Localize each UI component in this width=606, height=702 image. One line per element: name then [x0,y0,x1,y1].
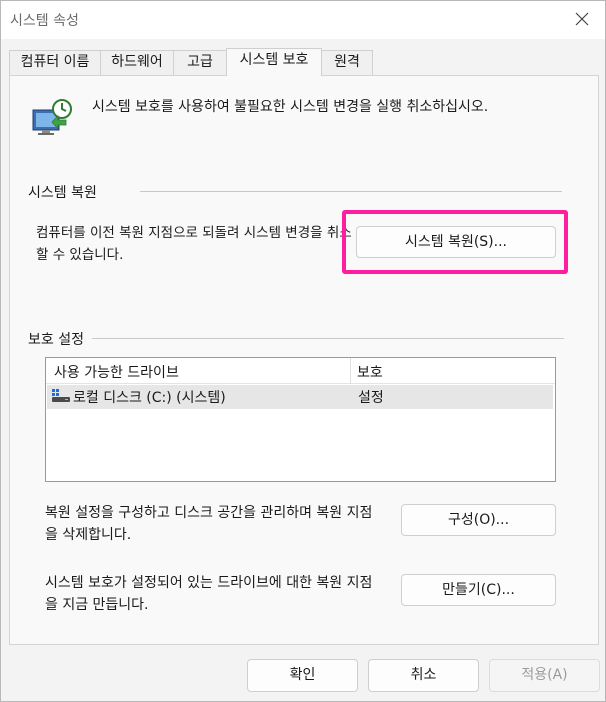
restore-group-label: 시스템 복원 [28,182,103,202]
configure-description: 복원 설정을 구성하고 디스크 공간을 관리하며 복원 지점을 삭제합니다. [45,505,373,543]
system-protection-icon [32,99,72,135]
tab-hardware[interactable]: 하드웨어 [100,50,174,75]
protection-group-label: 보호 설정 [28,329,90,349]
column-separator[interactable] [350,358,351,384]
column-header-drives[interactable]: 사용 가능한 드라이브 [54,362,179,382]
ok-button[interactable]: 확인 [247,659,358,692]
drive-list-header: 사용 가능한 드라이브 보호 [46,358,555,384]
system-protection-panel: 시스템 보호를 사용하여 불필요한 시스템 변경을 실행 취소하십시오. 시스템… [9,75,599,645]
tab-advanced[interactable]: 고급 [173,50,227,75]
close-icon [575,12,589,26]
cancel-button[interactable]: 취소 [368,659,479,692]
drive-name: 로컬 디스크 (C:) (시스템) [73,390,226,406]
tab-remote[interactable]: 원격 [321,50,373,75]
system-restore-button[interactable]: 시스템 복원(S)... [356,226,556,258]
intro-description: 시스템 보호를 사용하여 불필요한 시스템 변경을 실행 취소하십시오. [92,99,489,115]
restore-group-divider [140,191,562,192]
window-title: 시스템 속성 [10,13,79,29]
tab-computer-name[interactable]: 컴퓨터 이름 [9,50,101,75]
tab-system-protection[interactable]: 시스템 보호 [226,48,322,76]
system-properties-window: 시스템 속성 컴퓨터 이름 하드웨어 고급 시스템 보호 원격 시스템 보호를 … [0,0,606,702]
title-bar: 시스템 속성 [1,1,605,39]
drive-protection-status: 설정 [358,390,384,406]
protection-group-divider [92,338,564,339]
configure-button[interactable]: 구성(O)... [401,504,556,536]
column-header-protection[interactable]: 보호 [357,362,383,382]
tab-strip: 컴퓨터 이름 하드웨어 고급 시스템 보호 원격 [9,48,599,76]
local-disk-icon [52,389,70,402]
apply-button[interactable]: 적용(A) [489,659,600,692]
drive-row[interactable]: 로컬 디스크 (C:) (시스템) 설정 [47,385,553,409]
drive-list[interactable]: 사용 가능한 드라이브 보호 로컬 디스크 (C:) (시스템) 설정 [45,357,556,482]
close-button[interactable] [565,5,599,33]
restore-description: 컴퓨터를 이전 복원 지점으로 되돌려 시스템 변경을 취소할 수 있습니다. [36,225,352,263]
create-button[interactable]: 만들기(C)... [401,574,556,606]
create-description: 시스템 보호가 설정되어 있는 드라이브에 대한 복원 지점을 지금 만듭니다. [45,575,373,613]
